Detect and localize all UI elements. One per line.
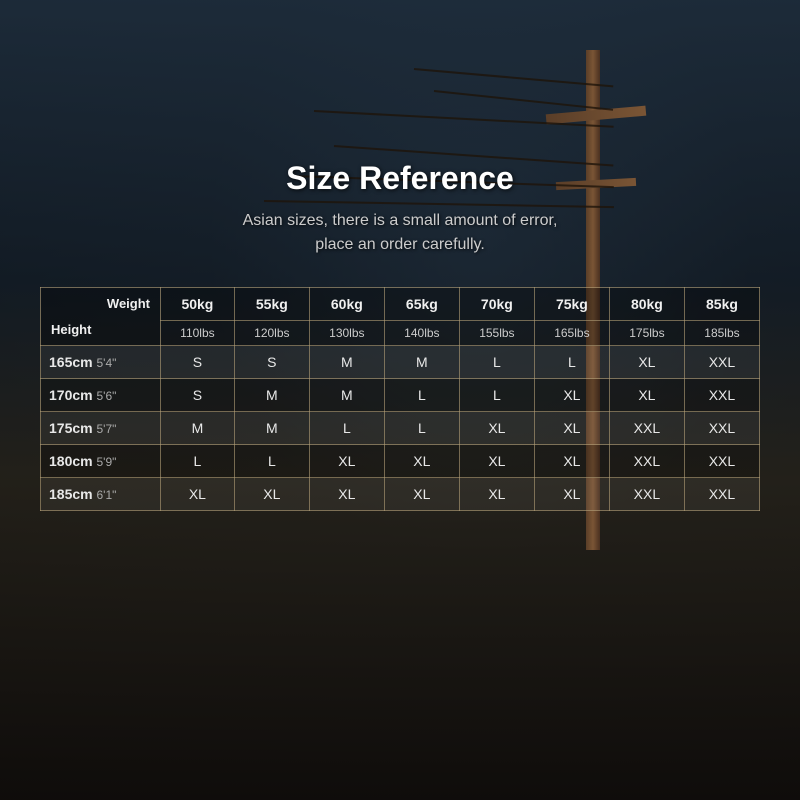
weight-col-3: 60kg	[309, 288, 384, 321]
row-1-size-7: XXL	[684, 379, 759, 412]
row-2-size-3: L	[384, 412, 459, 445]
row-0-size-6: XL	[609, 346, 684, 379]
height-label: Height	[51, 322, 91, 337]
weight-col-5: 70kg	[459, 288, 534, 321]
row-2-size-0: M	[161, 412, 235, 445]
row-4-size-7: XXL	[684, 478, 759, 511]
row-4-size-1: XL	[234, 478, 309, 511]
page-title: Size Reference	[286, 160, 514, 197]
lbs-col-7: 175lbs	[609, 321, 684, 346]
row-4-size-5: XL	[534, 478, 609, 511]
row-4-size-2: XL	[309, 478, 384, 511]
lbs-col-2: 120lbs	[234, 321, 309, 346]
row-2-size-2: L	[309, 412, 384, 445]
row-1-size-6: XL	[609, 379, 684, 412]
table-row: 175cm 5'7"MMLLXLXLXXLXXL	[41, 412, 760, 445]
weight-col-4: 65kg	[384, 288, 459, 321]
weight-col-1: 50kg	[161, 288, 235, 321]
subtitle-line2: place an order carefully.	[315, 236, 485, 253]
lbs-col-8: 185lbs	[684, 321, 759, 346]
row-4-size-0: XL	[161, 478, 235, 511]
row-2-size-1: M	[234, 412, 309, 445]
row-3-size-1: L	[234, 445, 309, 478]
lbs-col-4: 140lbs	[384, 321, 459, 346]
row-4-size-6: XXL	[609, 478, 684, 511]
row-4-cm: 185cm 6'1"	[41, 478, 161, 511]
row-0-size-1: S	[234, 346, 309, 379]
corner-cell: Weight Height	[41, 288, 161, 346]
lbs-col-1: 110lbs	[161, 321, 235, 346]
table-row: 180cm 5'9"LLXLXLXLXLXXLXXL	[41, 445, 760, 478]
row-3-size-5: XL	[534, 445, 609, 478]
weight-col-6: 75kg	[534, 288, 609, 321]
table-row: 185cm 6'1"XLXLXLXLXLXLXXLXXL	[41, 478, 760, 511]
row-0-size-0: S	[161, 346, 235, 379]
lbs-col-3: 130lbs	[309, 321, 384, 346]
row-0-size-7: XXL	[684, 346, 759, 379]
lbs-col-6: 165lbs	[534, 321, 609, 346]
weight-label: Weight	[107, 296, 150, 311]
row-0-size-4: L	[459, 346, 534, 379]
row-3-size-4: XL	[459, 445, 534, 478]
row-2-size-4: XL	[459, 412, 534, 445]
row-1-size-2: M	[309, 379, 384, 412]
weight-header-row: Weight Height 50kg 55kg 60kg 65kg 70kg 7…	[41, 288, 760, 321]
row-0-size-5: L	[534, 346, 609, 379]
row-1-cm: 170cm 5'6"	[41, 379, 161, 412]
row-3-size-6: XXL	[609, 445, 684, 478]
row-1-size-4: L	[459, 379, 534, 412]
row-0-size-2: M	[309, 346, 384, 379]
row-2-size-6: XXL	[609, 412, 684, 445]
row-1-size-5: XL	[534, 379, 609, 412]
table-row: 165cm 5'4"SSMMLLXLXXL	[41, 346, 760, 379]
row-1-size-1: M	[234, 379, 309, 412]
row-3-size-7: XXL	[684, 445, 759, 478]
table-row: 170cm 5'6"SMMLLXLXLXXL	[41, 379, 760, 412]
weight-col-7: 80kg	[609, 288, 684, 321]
row-2-size-5: XL	[534, 412, 609, 445]
subtitle-line1: Asian sizes, there is a small amount of …	[243, 212, 558, 229]
lbs-col-5: 155lbs	[459, 321, 534, 346]
row-2-size-7: XXL	[684, 412, 759, 445]
row-3-cm: 180cm 5'9"	[41, 445, 161, 478]
weight-col-2: 55kg	[234, 288, 309, 321]
page-subtitle: Asian sizes, there is a small amount of …	[243, 209, 558, 257]
row-2-cm: 175cm 5'7"	[41, 412, 161, 445]
size-reference-table: Weight Height 50kg 55kg 60kg 65kg 70kg 7…	[40, 287, 760, 511]
main-content: Size Reference Asian sizes, there is a s…	[0, 0, 800, 511]
row-1-size-3: L	[384, 379, 459, 412]
row-0-cm: 165cm 5'4"	[41, 346, 161, 379]
weight-col-8: 85kg	[684, 288, 759, 321]
row-1-size-0: S	[161, 379, 235, 412]
row-0-size-3: M	[384, 346, 459, 379]
row-4-size-3: XL	[384, 478, 459, 511]
row-3-size-0: L	[161, 445, 235, 478]
row-3-size-2: XL	[309, 445, 384, 478]
row-3-size-3: XL	[384, 445, 459, 478]
row-4-size-4: XL	[459, 478, 534, 511]
